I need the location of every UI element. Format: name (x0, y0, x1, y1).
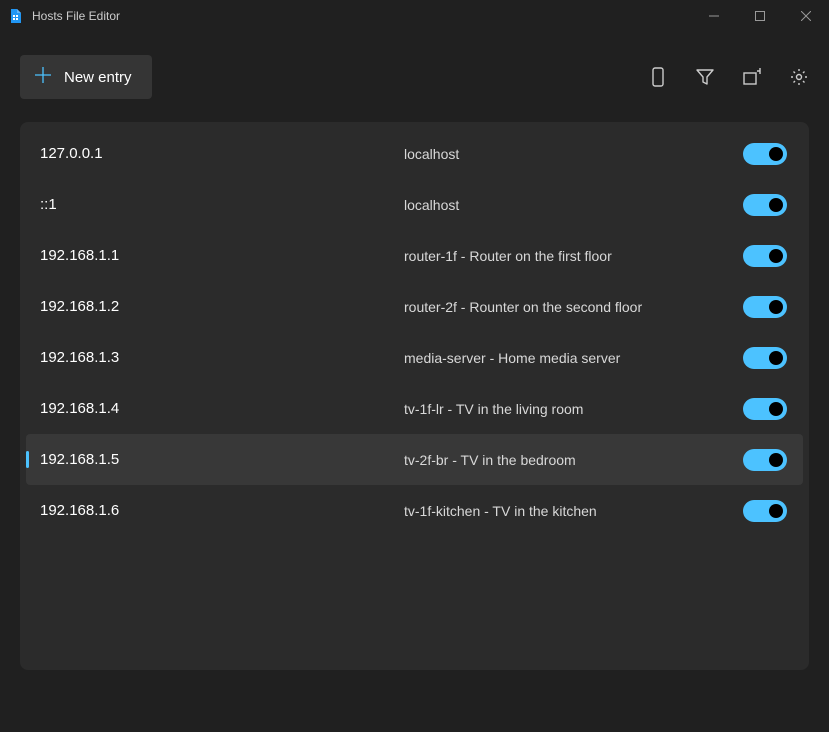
enable-toggle[interactable] (743, 245, 787, 267)
host-row[interactable]: 192.168.1.5tv-2f-br - TV in the bedroom (26, 434, 803, 485)
titlebar: Hosts File Editor (0, 0, 829, 32)
host-ip: 192.168.1.3 (34, 349, 404, 366)
new-entry-label: New entry (64, 69, 132, 86)
host-ip: ::1 (34, 196, 404, 213)
host-ip: 192.168.1.5 (34, 451, 404, 468)
enable-toggle[interactable] (743, 500, 787, 522)
host-row[interactable]: 127.0.0.1localhost (26, 128, 803, 179)
app-icon (8, 8, 24, 24)
enable-toggle[interactable] (743, 347, 787, 369)
host-ip: 192.168.1.6 (34, 502, 404, 519)
minimize-button[interactable] (691, 0, 737, 32)
settings-icon[interactable] (789, 67, 809, 87)
host-name: router-2f - Rounter on the second floor (404, 299, 743, 315)
host-ip: 192.168.1.1 (34, 247, 404, 264)
new-entry-button[interactable]: New entry (20, 55, 152, 99)
host-name: localhost (404, 197, 743, 213)
host-row[interactable]: 192.168.1.4tv-1f-lr - TV in the living r… (26, 383, 803, 434)
enable-toggle[interactable] (743, 194, 787, 216)
host-row[interactable]: 192.168.1.6tv-1f-kitchen - TV in the kit… (26, 485, 803, 536)
window-controls (691, 0, 829, 32)
additional-lines-icon[interactable] (742, 67, 762, 87)
filter-icon[interactable] (695, 67, 715, 87)
close-button[interactable] (783, 0, 829, 32)
host-name: tv-1f-kitchen - TV in the kitchen (404, 503, 743, 519)
host-row[interactable]: ::1localhost (26, 179, 803, 230)
host-name: tv-1f-lr - TV in the living room (404, 401, 743, 417)
toolbar-actions (648, 67, 809, 87)
enable-toggle[interactable] (743, 296, 787, 318)
entries-panel: 127.0.0.1localhost::1localhost192.168.1.… (20, 122, 809, 670)
host-row[interactable]: 192.168.1.1router-1f - Router on the fir… (26, 230, 803, 281)
host-ip: 127.0.0.1 (34, 145, 404, 162)
host-name: tv-2f-br - TV in the bedroom (404, 452, 743, 468)
host-name: localhost (404, 146, 743, 162)
window-title: Hosts File Editor (32, 9, 691, 23)
enable-toggle[interactable] (743, 143, 787, 165)
maximize-button[interactable] (737, 0, 783, 32)
hosts-file-icon[interactable] (648, 67, 668, 87)
toolbar: New entry (0, 32, 829, 122)
host-row[interactable]: 192.168.1.3media-server - Home media ser… (26, 332, 803, 383)
plus-icon (34, 66, 52, 88)
enable-toggle[interactable] (743, 398, 787, 420)
host-row[interactable]: 192.168.1.2router-2f - Rounter on the se… (26, 281, 803, 332)
enable-toggle[interactable] (743, 449, 787, 471)
host-ip: 192.168.1.2 (34, 298, 404, 315)
host-name: media-server - Home media server (404, 350, 743, 366)
host-ip: 192.168.1.4 (34, 400, 404, 417)
host-name: router-1f - Router on the first floor (404, 248, 743, 264)
